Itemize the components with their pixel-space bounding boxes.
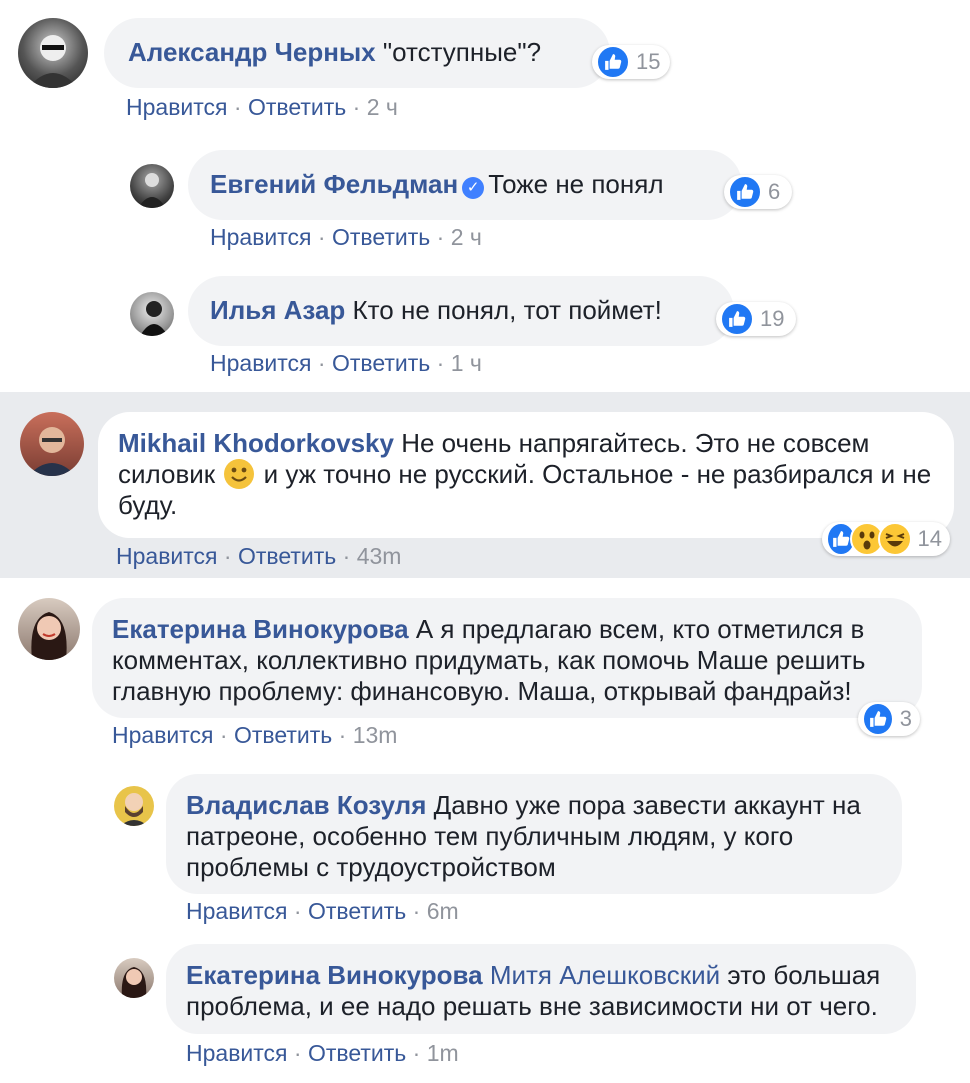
comment-actions: Нравится · Ответить · 6m [186, 898, 459, 924]
avatar[interactable] [114, 786, 154, 826]
reaction-count[interactable]: 15 [592, 45, 670, 79]
comment-bubble: Владислав Козуля Давно уже пора завести … [166, 774, 902, 894]
comment-author[interactable]: Екатерина Винокурова [112, 614, 409, 644]
reaction-number: 6 [768, 179, 781, 204]
comment-actions: Нравится · Ответить · 1 ч [210, 350, 482, 376]
avatar[interactable] [20, 412, 84, 476]
reaction-number: 3 [899, 706, 912, 731]
comment-author[interactable]: Mikhail Khodorkovsky [118, 428, 394, 458]
person-icon [28, 35, 78, 88]
timestamp[interactable]: 6m [427, 898, 459, 924]
mention-link[interactable]: Митя Алешковский [490, 960, 720, 990]
comment-actions: Нравится · Ответить · 2 ч [126, 94, 398, 120]
comment-bubble: Евгений Фельдман ✓ Тоже не понял [188, 150, 742, 220]
reaction-count[interactable]: 19 [716, 302, 796, 336]
reaction-count[interactable]: 6 [724, 175, 792, 209]
timestamp[interactable]: 13m [353, 722, 398, 748]
person-icon [28, 427, 76, 476]
timestamp[interactable]: 2 ч [451, 224, 482, 250]
comment-text: "отступные"? [382, 37, 542, 67]
comment-bubble: Александр Черных "отступные"? [104, 18, 610, 88]
avatar[interactable] [18, 598, 80, 660]
like-link[interactable]: Нравится [116, 543, 218, 569]
avatar[interactable] [114, 958, 154, 998]
timestamp[interactable]: 1m [427, 1040, 459, 1066]
person-icon [138, 173, 166, 208]
verified-badge-icon: ✓ [462, 177, 485, 199]
comment-actions: Нравится · Ответить · 1m [186, 1040, 459, 1066]
comment-author[interactable]: Илья Азар [210, 295, 345, 325]
haha-reaction-icon [877, 522, 912, 556]
like-link[interactable]: Нравится [210, 224, 312, 250]
like-reaction-icon [862, 702, 894, 736]
comment-author[interactable]: Владислав Козуля [186, 790, 426, 820]
avatar[interactable] [18, 18, 88, 88]
person-icon [120, 793, 148, 826]
reaction-number: 14 [917, 526, 942, 551]
timestamp[interactable]: 2 ч [367, 94, 398, 120]
comment-actions: Нравится · Ответить · 13m [112, 722, 398, 748]
comment-text: Тоже не понял [488, 169, 664, 199]
reaction-count[interactable]: 14 [822, 522, 950, 556]
comment-actions: Нравится · Ответить · 43m [116, 543, 402, 569]
reply-link[interactable]: Ответить [248, 94, 346, 120]
reaction-number: 15 [636, 49, 661, 74]
reply-link[interactable]: Ответить [332, 224, 430, 250]
comment-bubble: Екатерина Винокурова Митя Алешковский эт… [166, 944, 916, 1034]
like-reaction-icon [720, 302, 754, 336]
comment-author[interactable]: Александр Черных [128, 37, 376, 67]
person-icon [31, 612, 67, 660]
reaction-count[interactable]: 3 [858, 702, 920, 736]
comment-author[interactable]: Екатерина Винокурова [186, 960, 483, 990]
reply-link[interactable]: Ответить [332, 350, 430, 376]
comment-text: Кто не понял, тот поймет! [352, 295, 662, 325]
like-link[interactable]: Нравится [186, 898, 288, 924]
comment-bubble: Илья Азар Кто не понял, тот поймет! [188, 276, 734, 346]
comment-author[interactable]: Евгений Фельдман [210, 169, 458, 199]
timestamp[interactable]: 1 ч [451, 350, 482, 376]
reply-link[interactable]: Ответить [308, 898, 406, 924]
avatar[interactable] [130, 292, 174, 336]
like-link[interactable]: Нравится [126, 94, 228, 120]
like-link[interactable]: Нравится [112, 722, 214, 748]
reaction-number: 19 [760, 306, 785, 331]
person-icon [140, 301, 168, 336]
like-link[interactable]: Нравится [210, 350, 312, 376]
like-reaction-icon [728, 175, 762, 209]
reply-link[interactable]: Ответить [308, 1040, 406, 1066]
person-icon [121, 967, 147, 998]
avatar[interactable] [130, 164, 174, 208]
like-link[interactable]: Нравится [186, 1040, 288, 1066]
comment-bubble: Mikhail Khodorkovsky Не очень напрягайте… [98, 412, 954, 538]
like-reaction-icon [596, 45, 630, 79]
timestamp[interactable]: 43m [357, 543, 402, 569]
comment-actions: Нравится · Ответить · 2 ч [210, 224, 482, 250]
smiley-emoji-icon [224, 459, 255, 489]
reply-link[interactable]: Ответить [238, 543, 336, 569]
comment-bubble: Екатерина Винокурова А я предлагаю всем,… [92, 598, 922, 718]
reply-link[interactable]: Ответить [234, 722, 332, 748]
